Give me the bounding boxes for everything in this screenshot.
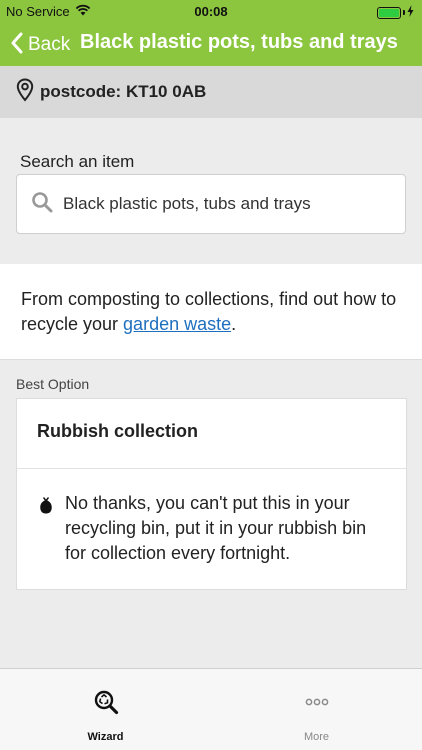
back-label: Back [28, 34, 71, 55]
battery-icon [377, 6, 401, 19]
postcode-label: postcode: KT10 0AB [40, 82, 207, 101]
rubbish-bag-icon [39, 496, 53, 566]
battery-indicator [377, 5, 414, 20]
card-title: Rubbish collection [17, 399, 406, 469]
status-bar: No Service 00:08 [0, 0, 422, 24]
search-value: Black plastic pots, tubs and trays [63, 194, 311, 213]
location-pin-icon [16, 77, 34, 107]
card-description: No thanks, you can't put this in your re… [65, 493, 367, 563]
best-option-label: Best Option [16, 376, 90, 392]
info-text-end: . [231, 314, 237, 334]
back-button[interactable]: Back [10, 30, 70, 60]
card-body: No thanks, you can't put this in your re… [17, 469, 406, 566]
best-option-card: Rubbish collection No thanks, you can't … [16, 398, 407, 590]
page-title: Black plastic pots, tubs and trays [80, 31, 398, 53]
nav-bar: Back Black plastic pots, tubs and trays [0, 24, 422, 66]
tab-bar: Wizard More [0, 668, 422, 750]
info-panel: From composting to collections, find out… [0, 264, 422, 360]
search-input[interactable]: Black plastic pots, tubs and trays [16, 174, 406, 234]
status-time: 00:08 [194, 4, 228, 19]
search-label: Search an item [20, 152, 135, 171]
chevron-left-icon [10, 32, 24, 59]
charging-bolt-icon [407, 5, 414, 20]
tab-more[interactable]: More [211, 669, 422, 750]
tab-wizard[interactable]: Wizard [0, 669, 211, 750]
tab-more-label: More [303, 731, 330, 743]
recycle-search-icon [0, 689, 211, 715]
more-dots-icon [211, 689, 422, 715]
tab-wizard-label: Wizard [87, 731, 124, 743]
search-section: Search an item Black plastic pots, tubs … [0, 118, 422, 264]
garden-waste-link[interactable]: garden waste [123, 314, 231, 334]
postcode-bar[interactable]: postcode: KT10 0AB [0, 66, 422, 118]
search-icon [31, 191, 53, 218]
